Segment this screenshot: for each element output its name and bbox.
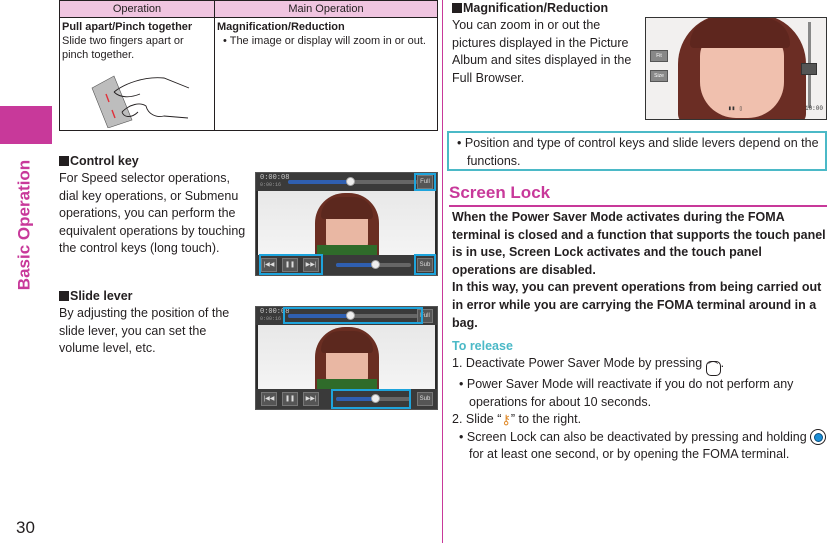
control-key-section: Control key For Speed selector operation…: [59, 153, 249, 258]
main-operation-bullet: • The image or display will zoom in or o…: [223, 35, 426, 47]
pinch-gesture-illustration: [91, 75, 190, 128]
clock: 10:00: [804, 105, 823, 112]
video-area: [258, 191, 435, 273]
volume-fill: [336, 263, 375, 267]
playback-slider[interactable]: [288, 177, 418, 186]
end-key-icon: ⌒: [705, 361, 721, 376]
highlight-volume-slider: [331, 389, 411, 409]
prev-button[interactable]: |◀◀: [261, 392, 277, 406]
playback-fill: [288, 180, 351, 184]
release-heading: To release: [452, 339, 513, 353]
release-steps: 1. Deactivate Power Saver Mode by pressi…: [452, 355, 827, 464]
slide-lever-section: Slide lever By adjusting the position of…: [59, 288, 249, 358]
section-tab: [0, 106, 52, 144]
operation-desc: Slide two fingers apart or pinch togethe…: [62, 35, 184, 61]
square-bullet-icon: [59, 156, 69, 166]
intro-paragraph-2: In this way, you can prevent operations …: [452, 280, 822, 330]
table-header-row: Operation Main Operation: [59, 0, 438, 18]
header-operation: Operation: [59, 0, 215, 18]
intro-paragraph-1: When the Power Saver Mode activates duri…: [452, 210, 826, 277]
status-icons: ▮▮ ▯: [728, 105, 743, 112]
control-key-heading: Control key: [59, 153, 249, 170]
slide-lever-body: By adjusting the position of the slide l…: [59, 306, 230, 356]
playback-knob[interactable]: [346, 177, 356, 186]
key-lock-icon: ⚷: [501, 412, 511, 428]
highlight-full-button: [414, 173, 436, 191]
top-bar: 0:00:08 0:00:16 Full: [256, 173, 437, 191]
main-operation-cell: Magnification/Reduction • The image or d…: [214, 17, 438, 131]
note-box: • Position and type of control keys and …: [447, 131, 827, 171]
highlight-playback-buttons: [259, 254, 323, 275]
video-person-shirt: [316, 245, 377, 255]
magnification-heading: Magnification/Reduction: [452, 0, 647, 17]
page-number: 30: [16, 518, 35, 537]
screen-lock-heading: Screen Lock: [449, 182, 827, 207]
video-person-shirt: [316, 379, 377, 389]
submenu-button[interactable]: Sub: [417, 392, 433, 406]
magnification-body: You can zoom in or out the pictures disp…: [452, 18, 632, 85]
main-operation-title: Magnification/Reduction: [217, 21, 345, 33]
zoom-screen: Fit Size ▮▮ ▯ 10:00: [645, 17, 827, 120]
video-area: [258, 325, 435, 407]
note-text: Position and type of control keys and sl…: [464, 136, 819, 168]
step-2-note: • Screen Lock can also be deactivated by…: [454, 428, 827, 464]
fit-button[interactable]: Fit: [650, 50, 668, 62]
highlight-playback-slider: [283, 307, 423, 324]
player-screen-control-keys: 0:00:08 0:00:16 Full |◀◀ ❚❚ ▶▶| Sub: [255, 172, 438, 276]
player-screen-slide-levers: 0:00:08 0:00:16 Full |◀◀ ❚❚ ▶▶| Sub: [255, 306, 438, 410]
operation-cell: Pull apart/Pinch together Slide two fing…: [59, 17, 215, 131]
header-main-operation: Main Operation: [214, 0, 438, 18]
magnification-section: Magnification/Reduction You can zoom in …: [452, 0, 647, 87]
section-label: Basic Operation: [14, 159, 34, 291]
pause-button[interactable]: ❚❚: [282, 392, 298, 406]
step-1: 1. Deactivate Power Saver Mode by pressi…: [452, 355, 827, 376]
video-person-fringe: [320, 331, 373, 353]
control-key-body: For Speed selector operations, dial key …: [59, 171, 246, 256]
next-button[interactable]: ▶▶|: [303, 392, 319, 406]
center-key-icon: [810, 428, 827, 445]
size-button[interactable]: Size: [650, 70, 668, 82]
square-bullet-icon: [59, 291, 69, 301]
video-person-fringe: [320, 197, 373, 219]
square-bullet-icon: [452, 3, 462, 13]
volume-slider[interactable]: [336, 260, 411, 269]
screen-lock-intro: When the Power Saver Mode activates duri…: [452, 209, 827, 332]
slide-lever-heading: Slide lever: [59, 288, 249, 305]
zoom-person-fringe: [690, 18, 790, 48]
column-divider: [442, 0, 443, 543]
operation-table: Operation Main Operation Pull apart/Pinc…: [59, 0, 438, 131]
time-display: 0:00:08 0:00:16: [260, 174, 290, 189]
volume-knob[interactable]: [371, 260, 380, 269]
step-2: 2. Slide “⚷” to the right.: [452, 412, 582, 428]
zoom-slider-knob[interactable]: [801, 62, 817, 75]
operation-title: Pull apart/Pinch together: [62, 21, 193, 33]
highlight-submenu-button: [414, 254, 436, 275]
table-row: Pull apart/Pinch together Slide two fing…: [59, 17, 438, 131]
step-1-note: • Power Saver Mode will reactivate if yo…: [459, 377, 794, 409]
